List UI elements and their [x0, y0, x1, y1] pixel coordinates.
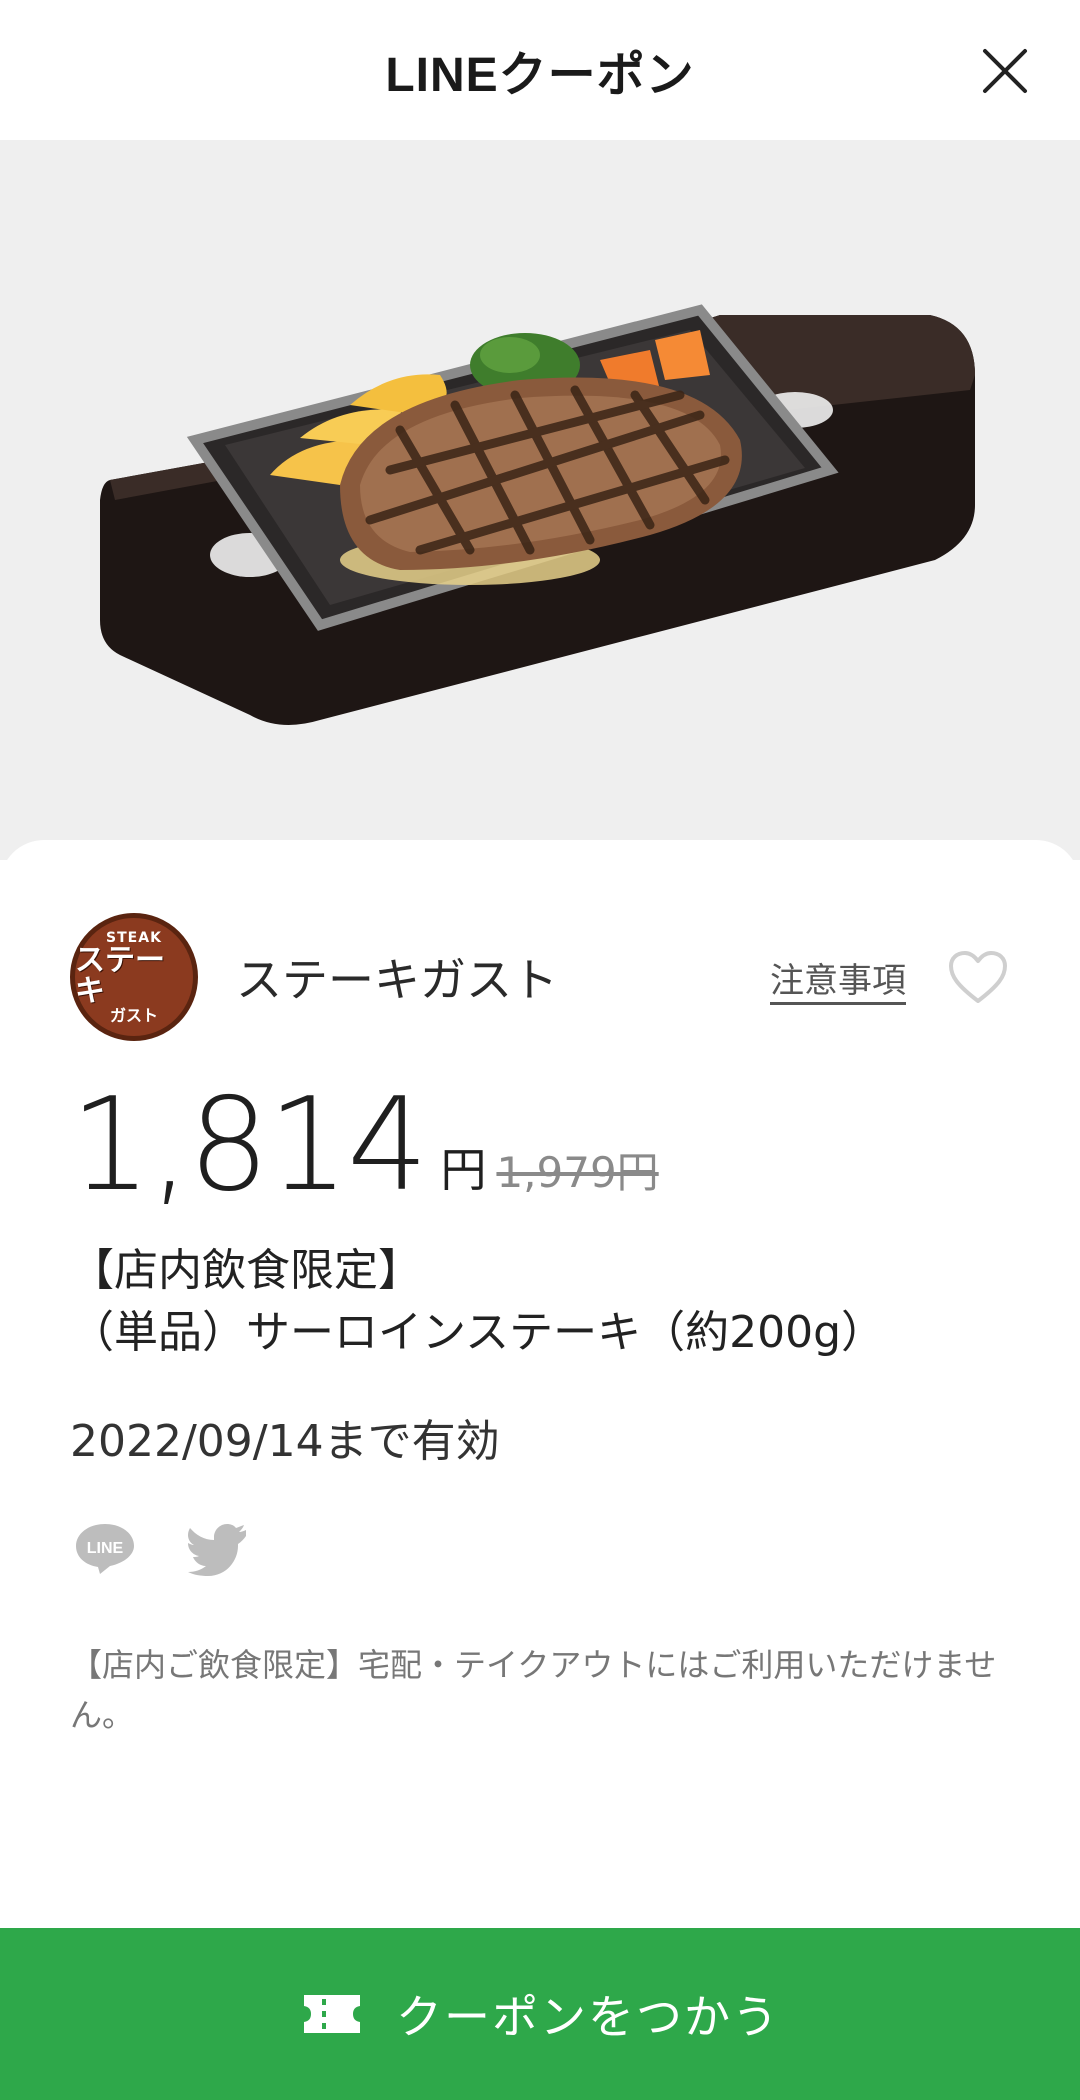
line-icon: LINE — [76, 1524, 134, 1574]
original-price: 1,979円 — [496, 1148, 659, 1197]
coupon-title-line1: 【店内飲食限定】 — [70, 1245, 422, 1296]
validity-date: 2022/09/14まで有効 — [70, 1416, 500, 1467]
coupon-title-line2: （単品）サーロインステーキ（約200g） — [70, 1307, 886, 1358]
coupon-card: STEAK ステーキ ガスト ステーキガスト 注意事項 1,814 円 1,97… — [0, 840, 1080, 1928]
price-row: 1,814 円 1,979円 — [70, 1070, 659, 1210]
notice-link[interactable]: 注意事項 — [770, 953, 906, 1002]
close-icon — [983, 49, 1027, 93]
share-twitter-button[interactable] — [186, 1520, 252, 1576]
use-coupon-button[interactable]: クーポンをつかう — [0, 1928, 1080, 2100]
share-row: LINE — [72, 1520, 252, 1576]
heart-icon — [949, 951, 1007, 1003]
price-unit: 円 — [440, 1143, 487, 1197]
coupon-description: 【店内ご飲食限定】宅配・テイクアウトにはご利用いただけません。 — [70, 1646, 997, 1734]
favorite-button[interactable] — [946, 947, 1010, 1007]
close-button[interactable] — [970, 36, 1040, 106]
product-image — [0, 140, 1080, 860]
store-logo: STEAK ステーキ ガスト — [70, 913, 198, 1041]
twitter-icon — [188, 1524, 246, 1576]
coupon-title: 【店内飲食限定】 （単品）サーロインステーキ（約200g） — [70, 1240, 1030, 1364]
use-coupon-label: クーポンをつかう — [396, 1990, 780, 2044]
header-bar: LINEクーポン — [0, 0, 1080, 140]
store-name: ステーキガスト — [236, 953, 558, 1007]
app-title: LINEクーポン — [385, 49, 695, 102]
share-line-button[interactable]: LINE — [72, 1520, 138, 1576]
sale-price: 1,814 — [70, 1071, 428, 1220]
store-row: STEAK ステーキ ガスト ステーキガスト 注意事項 — [70, 912, 1010, 1042]
ticket-icon — [304, 1995, 360, 2033]
coupon-page: LINEクーポン STEAK ステーキ ガスト ステーキガスト 注意事項 1,8… — [0, 0, 1080, 2100]
svg-text:LINE: LINE — [87, 1540, 124, 1557]
